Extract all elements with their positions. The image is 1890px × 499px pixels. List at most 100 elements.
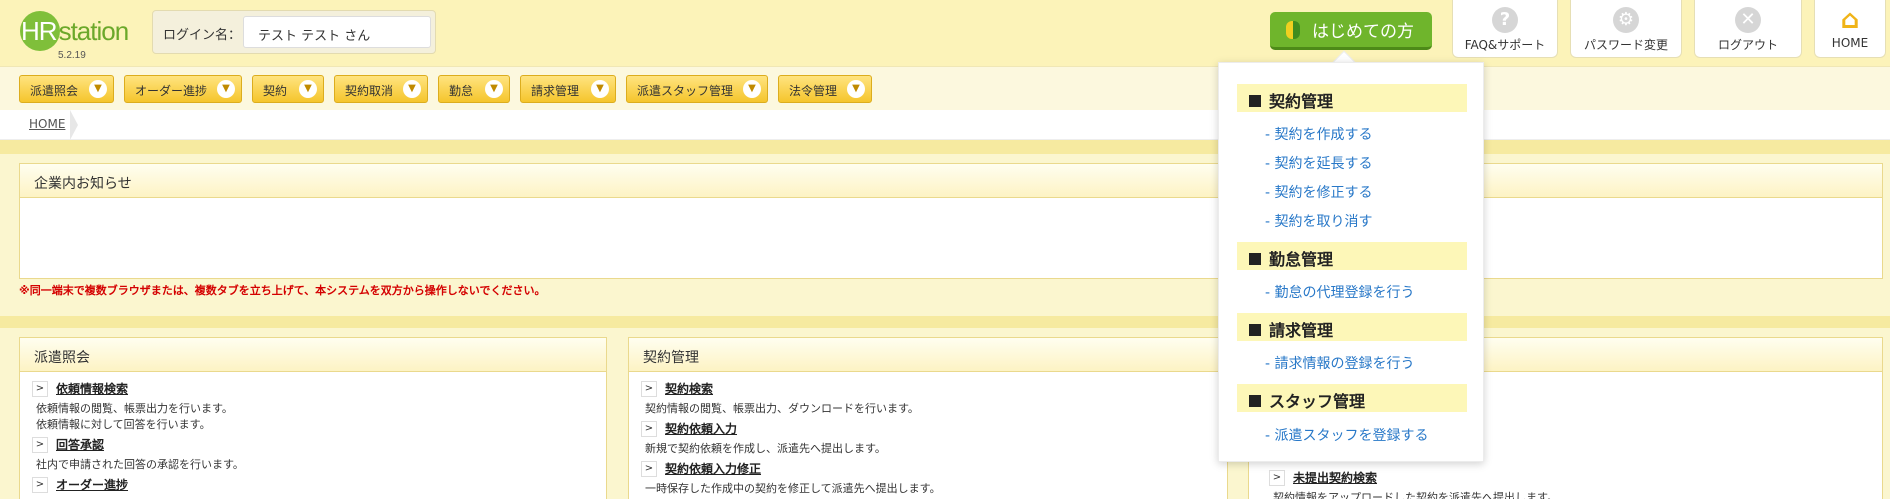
list-item[interactable]: > 回答承認	[20, 437, 606, 457]
logout-button[interactable]: ✕ ログアウト	[1694, 0, 1802, 58]
notice-panel: 企業内お知らせ	[19, 163, 1883, 279]
warning-text: ※同一端末で複数ブラウザまたは、複数タブを立ち上げて、本システムを双方から操作し…	[19, 284, 546, 297]
nav-label: オーダー進捗	[135, 84, 208, 98]
password-change-button[interactable]: ⚙ パスワード変更	[1570, 0, 1682, 58]
logo-text: HRstation	[21, 16, 129, 46]
entry-title[interactable]: 未提出契約検索	[1293, 470, 1877, 490]
app-version: 5.2.19	[58, 50, 86, 61]
nav-billing[interactable]: 請求管理 ▼	[520, 75, 616, 103]
home-icon: ⌂	[1840, 5, 1860, 35]
chevron-right-icon: >	[32, 381, 48, 397]
nav-contract-cancel[interactable]: 契約取消 ▼	[334, 75, 428, 103]
gear-icon: ⚙	[1613, 7, 1639, 33]
popup-link-cancel-contract[interactable]: - 契約を取り消す	[1265, 211, 1373, 231]
home-button[interactable]: ⌂ HOME	[1814, 0, 1886, 58]
entry-title[interactable]: オーダー進捗	[56, 477, 606, 497]
square-bullet-icon	[1249, 395, 1261, 407]
chevron-down-icon: ▼	[591, 80, 609, 98]
main-nav: 派遣照会 ▼ オーダー進捗 ▼ 契約 ▼ 契約取消 ▼ 勤怠 ▼ 請求管理 ▼ 派遣スタッフ…	[0, 66, 1890, 110]
header: HRstation 5.2.19 ログイン名： テスト テスト さん はじめての…	[0, 0, 1890, 66]
nav-attendance[interactable]: 勤怠 ▼	[438, 75, 510, 103]
chevron-down-icon: ▼	[89, 80, 107, 98]
nav-contract[interactable]: 契約 ▼	[252, 75, 324, 103]
list-item[interactable]: > オーダー進捗	[20, 477, 606, 497]
chevron-down-icon: ▼	[403, 80, 421, 98]
list-item[interactable]: > 契約依頼入力修正	[629, 461, 1227, 481]
chevron-right-icon: >	[1269, 470, 1285, 486]
popup-link-extend-contract[interactable]: - 契約を延長する	[1265, 153, 1373, 173]
popup-link-attendance-proxy[interactable]: - 勤怠の代理登録を行う	[1265, 282, 1415, 302]
nav-label: 契約取消	[345, 84, 394, 98]
square-bullet-icon	[1249, 324, 1261, 336]
popup-link-staff-register[interactable]: - 派遣スタッフを登録する	[1265, 425, 1429, 445]
chevron-down-icon: ▼	[743, 80, 761, 98]
logout-label: ログアウト	[1717, 38, 1778, 52]
getting-started-button[interactable]: はじめての方	[1270, 12, 1432, 50]
entry-desc: 依頼情報に対して回答を行います。	[36, 418, 211, 431]
chevron-right-icon: >	[641, 381, 657, 397]
list-item[interactable]: > 契約依頼入力	[629, 421, 1227, 441]
list-item[interactable]: > 未提出契約検索	[1257, 470, 1877, 490]
haken-panel: 派遣照会 > 依頼情報検索 依頼情報の閲覧、帳票出力を行います。 依頼情報に対し…	[19, 337, 607, 499]
getting-started-popup: 契約管理 - 契約を作成する - 契約を延長する - 契約を修正する - 契約を…	[1218, 62, 1484, 462]
chevron-right-icon: >	[641, 421, 657, 437]
app-logo[interactable]: HRstation 5.2.19	[18, 8, 138, 61]
popup-section-title: 請求管理	[1237, 313, 1467, 341]
nav-label: 派遣照会	[30, 84, 79, 98]
square-bullet-icon	[1249, 95, 1261, 107]
nav-label: 請求管理	[531, 84, 580, 98]
close-icon: ✕	[1735, 7, 1761, 33]
entry-desc: 契約情報の閲覧、帳票出力、ダウンロードを行います。	[645, 402, 919, 415]
beginner-leaf-icon	[1286, 20, 1300, 39]
chevron-right-icon: >	[641, 461, 657, 477]
entry-title[interactable]: 回答承認	[56, 437, 606, 457]
faq-support-label: FAQ&サポート	[1464, 38, 1546, 52]
popup-link-modify-contract[interactable]: - 契約を修正する	[1265, 182, 1373, 202]
login-label: ログイン名：	[163, 28, 242, 43]
breadcrumb-home[interactable]: HOME	[29, 117, 65, 131]
breadcrumb-separator	[70, 110, 78, 140]
list-item[interactable]: > 依頼情報検索	[20, 381, 606, 401]
chevron-down-icon: ▼	[299, 80, 317, 98]
nav-label: 勤怠	[449, 84, 474, 98]
keiyaku-panel: 契約管理 > 契約検索 契約情報の閲覧、帳票出力、ダウンロードを行います。 > …	[628, 337, 1228, 499]
keiyaku-entries: > 契約検索 契約情報の閲覧、帳票出力、ダウンロードを行います。 > 契約依頼入…	[629, 372, 1227, 497]
entry-desc: 新規で契約依頼を作成し、派遣先へ提出します。	[645, 442, 886, 455]
chevron-down-icon: ▼	[485, 80, 503, 98]
getting-started-label: はじめての方	[1312, 22, 1414, 42]
nav-legal[interactable]: 法令管理 ▼	[778, 75, 872, 103]
faq-support-button[interactable]: ? FAQ&サポート	[1452, 0, 1558, 58]
chevron-right-icon: >	[32, 477, 48, 493]
popup-section-title: 契約管理	[1237, 84, 1467, 112]
nav-label: 派遣スタッフ管理	[637, 84, 734, 98]
list-item[interactable]: > 契約検索	[629, 381, 1227, 401]
keiyaku-panel-title: 契約管理	[629, 338, 1227, 372]
chevron-down-icon: ▼	[847, 80, 865, 98]
chevron-right-icon: >	[32, 437, 48, 453]
entry-desc: 依頼情報の閲覧、帳票出力を行います。	[36, 402, 233, 415]
entry-desc: 社内で申請された回答の承認を行います。	[36, 458, 244, 471]
entry-title[interactable]: 契約検索	[665, 381, 1227, 401]
haken-panel-title: 派遣照会	[20, 338, 606, 372]
chevron-down-icon: ▼	[217, 80, 235, 98]
entry-title[interactable]: 依頼情報検索	[56, 381, 606, 401]
entry-desc: 契約情報をアップロードした契約を派遣先へ提出します。	[1273, 491, 1558, 499]
nav-order-progress[interactable]: オーダー進捗 ▼	[124, 75, 242, 103]
popup-link-billing-register[interactable]: - 請求情報の登録を行う	[1265, 353, 1415, 373]
notice-title: 企業内お知らせ	[20, 164, 1882, 198]
popup-section-title: 勤怠管理	[1237, 242, 1467, 270]
section-band	[0, 140, 1890, 154]
entry-title[interactable]: 契約依頼入力	[665, 421, 1227, 441]
login-box: ログイン名： テスト テスト さん	[152, 10, 436, 54]
login-name-field: テスト テスト さん	[243, 16, 431, 48]
help-icon: ?	[1492, 7, 1518, 33]
nav-staff[interactable]: 派遣スタッフ管理 ▼	[626, 75, 768, 103]
popup-link-create-contract[interactable]: - 契約を作成する	[1265, 124, 1373, 144]
nav-label: 法令管理	[789, 84, 838, 98]
entry-title[interactable]: 契約依頼入力修正	[665, 461, 1227, 481]
third-entries: > 未提出契約検索 契約情報をアップロードした契約を派遣先へ提出します。	[1257, 470, 1877, 499]
nav-label: 契約	[263, 84, 288, 98]
haken-entries: > 依頼情報検索 依頼情報の閲覧、帳票出力を行います。 依頼情報に対して回答を行…	[20, 372, 606, 497]
password-change-label: パスワード変更	[1583, 38, 1668, 52]
nav-haken-shokai[interactable]: 派遣照会 ▼	[19, 75, 114, 103]
